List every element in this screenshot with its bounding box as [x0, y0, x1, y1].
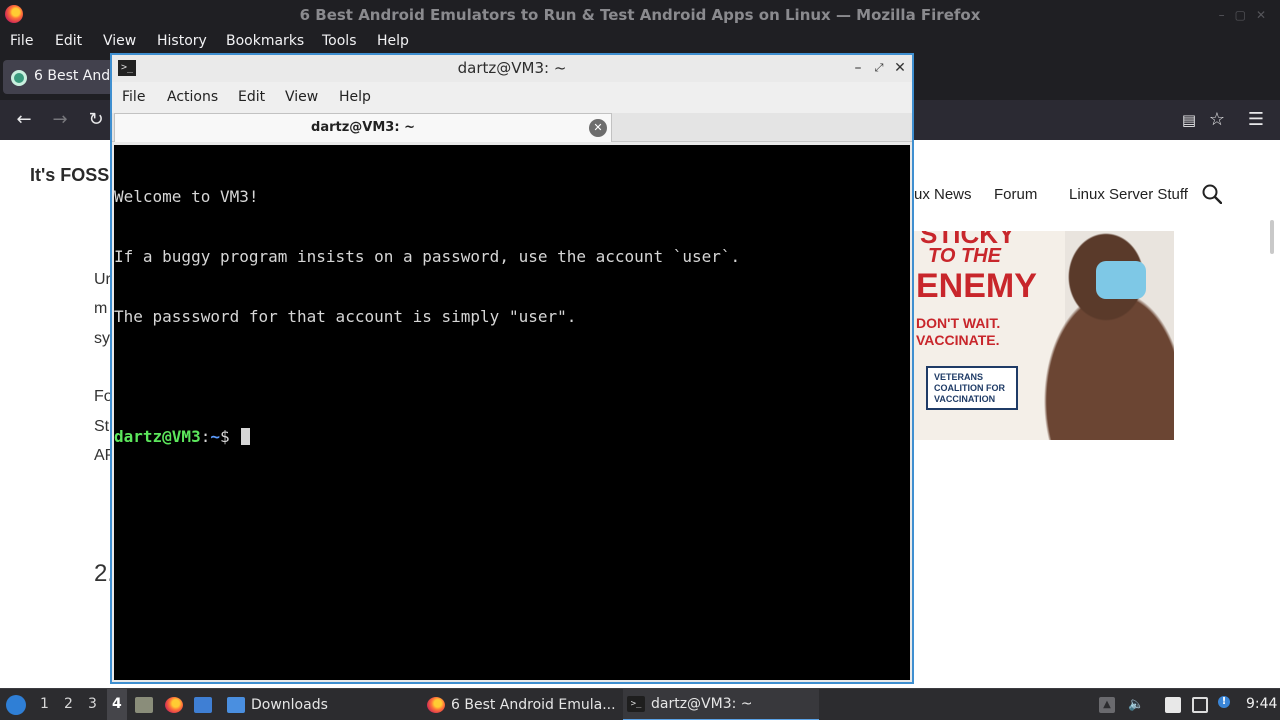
article-text-fragment: Ur	[94, 271, 111, 288]
ad-badge-text: VETERANS COALITION FOR VACCINATION	[934, 372, 1005, 404]
back-arrow-icon[interactable]: ←	[13, 109, 35, 131]
nav-linux-server-stuff[interactable]: Linux Server Stuff	[1069, 186, 1188, 203]
terminal-tab[interactable]: dartz@VM3: ~ ✕	[114, 113, 612, 142]
desktop-launcher-icon[interactable]	[194, 697, 212, 713]
reader-view-icon[interactable]: ▤	[1178, 109, 1200, 131]
prompt-user: dartz@VM3	[114, 427, 201, 446]
firefox-launcher-icon[interactable]	[165, 697, 183, 713]
task-downloads[interactable]: Downloads	[224, 689, 420, 720]
face-mask-shape	[1096, 261, 1146, 299]
close-icon[interactable]: ✕	[1256, 8, 1266, 22]
terminal-output[interactable]: Welcome to VM3! If a buggy program insis…	[114, 145, 910, 680]
workspace-1[interactable]: 1	[40, 696, 49, 712]
itsfoss-favicon-icon	[11, 70, 27, 86]
ad-badge: VETERANS COALITION FOR VACCINATION	[926, 366, 1018, 410]
workspace-3[interactable]: 3	[88, 696, 97, 712]
article-text-fragment: m	[94, 300, 108, 317]
terminal-menu-edit[interactable]: Edit	[238, 89, 265, 105]
task-label: dartz@VM3: ~	[651, 696, 753, 712]
taskbar: 1 2 3 4 Downloads 6 Best Android Emula..…	[0, 688, 1280, 720]
nav-forum[interactable]: Forum	[994, 186, 1037, 203]
firefox-icon	[427, 697, 445, 713]
firefox-window-title: 6 Best Android Emulators to Run & Test A…	[299, 6, 981, 24]
minimize-icon[interactable]: –	[849, 58, 867, 78]
terminal-menubar: File Actions Edit View Help	[112, 82, 912, 113]
menu-bookmarks[interactable]: Bookmarks	[226, 33, 304, 49]
bookmark-star-icon[interactable]: ☆	[1206, 109, 1228, 131]
prompt-symbol: $	[219, 427, 240, 446]
terminal-prompt-line: dartz@VM3:~$	[114, 427, 910, 447]
hamburger-menu-icon[interactable]: ☰	[1245, 109, 1267, 131]
task-label: Downloads	[251, 697, 328, 713]
search-icon[interactable]	[1202, 184, 1222, 204]
menu-history[interactable]: History	[157, 33, 207, 49]
terminal-menu-actions[interactable]: Actions	[167, 89, 218, 105]
terminal-tabbar: dartz@VM3: ~ ✕	[112, 113, 912, 142]
menu-view[interactable]: View	[103, 33, 136, 49]
prompt-path: ~	[210, 427, 220, 446]
page-scrollbar[interactable]	[1270, 220, 1274, 254]
terminal-window-title: dartz@VM3: ~	[457, 59, 567, 77]
terminal-line: Welcome to VM3!	[114, 187, 259, 206]
prompt-separator: :	[200, 427, 211, 446]
menu-file[interactable]: File	[10, 33, 33, 49]
start-menu-icon[interactable]	[6, 695, 26, 715]
terminal-menu-view[interactable]: View	[285, 89, 318, 105]
nav-linux-news[interactable]: ux News	[914, 186, 972, 203]
close-tab-icon[interactable]: ✕	[589, 119, 607, 137]
eject-icon[interactable]: ▲	[1099, 697, 1115, 713]
folder-icon	[227, 697, 245, 713]
maximize-icon[interactable]: ⤢	[870, 58, 888, 78]
workspace-4[interactable]: 4	[112, 696, 122, 712]
browser-tab-label: 6 Best Andr	[34, 68, 116, 84]
task-label: 6 Best Android Emula...	[451, 697, 616, 713]
terminal-line: The passsword for that account is simply…	[114, 307, 577, 326]
clipboard-icon[interactable]	[1165, 697, 1181, 713]
menu-help[interactable]: Help	[377, 33, 409, 49]
terminal-menu-help[interactable]: Help	[339, 89, 371, 105]
network-icon[interactable]	[1192, 697, 1208, 713]
terminal-line: If a buggy program insists on a password…	[114, 247, 741, 266]
site-logo[interactable]: It's FOSS	[30, 165, 109, 186]
firefox-titlebar: 6 Best Android Emulators to Run & Test A…	[0, 0, 1280, 29]
firefox-menubar: File Edit View History Bookmarks Tools H…	[0, 29, 1280, 54]
volume-icon[interactable]: 🔈	[1128, 697, 1144, 713]
clock[interactable]: 9:44	[1246, 696, 1277, 712]
article-text-fragment: sy	[94, 330, 110, 347]
terminal-icon: >_	[627, 696, 645, 712]
close-icon[interactable]: ✕	[891, 58, 909, 78]
menu-tools[interactable]: Tools	[322, 33, 357, 49]
ad-text-vaccinate: VACCINATE.	[916, 332, 1000, 348]
reload-icon[interactable]: ↻	[85, 109, 107, 131]
forward-arrow-icon[interactable]: →	[49, 109, 71, 131]
firefox-window-controls: – ▢ ✕	[1219, 8, 1266, 22]
terminal-window: >_ dartz@VM3: ~ – ⤢ ✕ File Actions Edit …	[110, 53, 914, 684]
workspace-2[interactable]: 2	[64, 696, 73, 712]
terminal-menu-file[interactable]: File	[122, 89, 145, 105]
minimize-icon[interactable]: –	[1219, 8, 1225, 22]
ad-text-dont-wait: DON'T WAIT.	[916, 315, 1001, 331]
maximize-icon[interactable]: ▢	[1235, 8, 1246, 22]
menu-edit[interactable]: Edit	[55, 33, 82, 49]
ad-text-to-the: TO THE	[928, 245, 1001, 267]
task-terminal[interactable]: >_ dartz@VM3: ~	[623, 689, 819, 720]
task-firefox[interactable]: 6 Best Android Emula...	[424, 689, 620, 720]
terminal-titlebar[interactable]: >_ dartz@VM3: ~ – ⤢ ✕	[112, 55, 912, 82]
vaccination-ad-banner[interactable]: STICKY TO THE ENEMY DON'T WAIT. VACCINAT…	[914, 231, 1174, 440]
ad-text-enemy: ENEMY	[916, 267, 1037, 305]
text-cursor	[241, 428, 251, 445]
article-text-fragment: St	[94, 418, 110, 435]
terminal-tab-label: dartz@VM3: ~	[311, 120, 415, 135]
file-manager-launcher-icon[interactable]	[135, 697, 153, 713]
notification-icon[interactable]: !	[1218, 696, 1230, 708]
